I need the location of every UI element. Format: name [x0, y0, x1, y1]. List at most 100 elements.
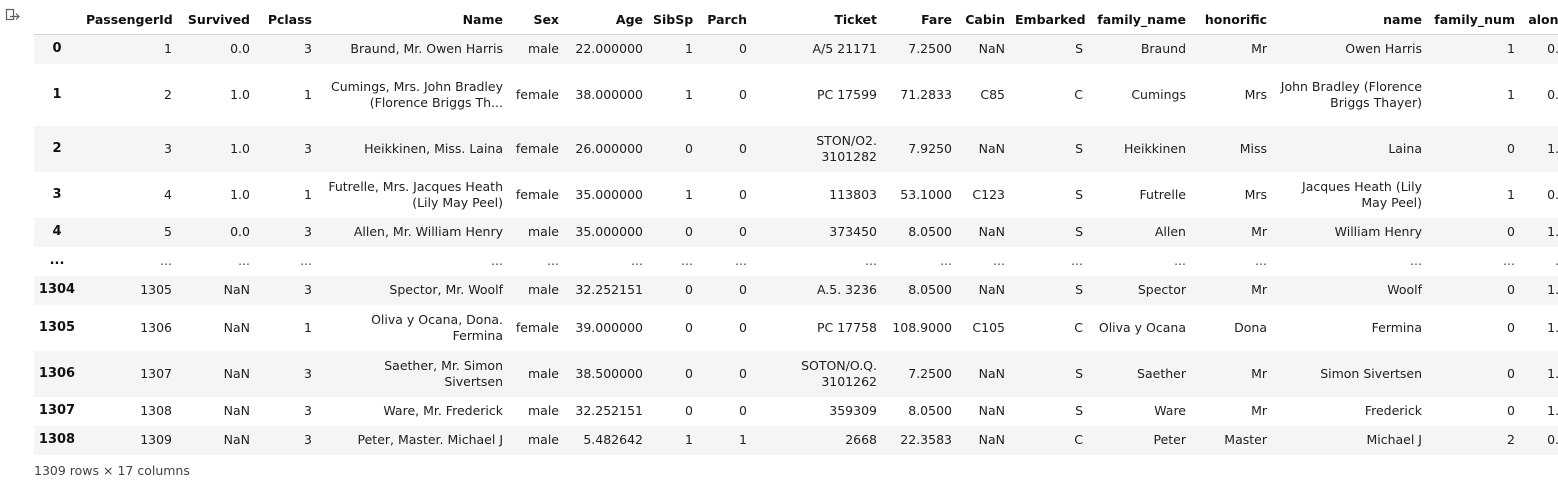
cell-parch: 0	[739, 86, 747, 102]
output-arrow-icon[interactable]	[5, 8, 21, 24]
cell-honorific: Mr	[1251, 282, 1267, 297]
cell-sibsp: 1	[685, 186, 693, 202]
column-header-index	[34, 6, 82, 35]
cell-age: 35.000000	[575, 186, 643, 202]
cell-parch: 0	[739, 41, 747, 57]
dataframe-shape-label: 1309 rows × 17 columns	[34, 463, 190, 478]
cell-alone: 0.0	[1547, 86, 1558, 102]
cell-sibsp: 1	[685, 432, 693, 447]
cell-family-num: 0	[1507, 403, 1515, 418]
cell-sex: male	[528, 41, 559, 57]
cell-survived: 0.0	[230, 41, 250, 57]
cell-embarked: C	[1074, 86, 1083, 102]
cell-cabin: NaN	[978, 41, 1005, 57]
cell-name: Saether, Mr. Simon Sivertsen	[384, 357, 503, 389]
cell-pclass: 3	[304, 282, 312, 297]
dataframe-table: PassengerId Survived Pclass Name Sex Age…	[34, 6, 1558, 455]
cell-passengerid: 2	[164, 86, 172, 102]
cell-passengerid: 4	[164, 186, 172, 202]
column-header-honorific: honorific	[1192, 6, 1273, 35]
cell-cabin: NaN	[978, 432, 1005, 447]
table-row: 1305 1306 NaN 1 Oliva y Ocana, Dona. Fermina…	[34, 304, 1558, 351]
cell-name: Spector, Mr. Woolf	[389, 282, 503, 297]
cell-family-num: 0	[1507, 319, 1515, 335]
table-row-ellipsis: ........................................…	[34, 246, 1558, 276]
column-header-fare: Fare	[883, 6, 958, 35]
dataframe-output: PassengerId Survived Pclass Name Sex Age…	[34, 6, 1558, 455]
cell-pclass: 3	[304, 432, 312, 447]
cell-sibsp: 1	[685, 86, 693, 102]
row-index: 1305	[38, 319, 76, 335]
cell-parch: 0	[739, 224, 747, 239]
cell-passengerid: ...	[160, 253, 172, 268]
cell-given-name: ...	[1410, 253, 1422, 268]
cell-alone: 0.0	[1547, 432, 1558, 447]
cell-sex: male	[528, 403, 559, 418]
cell-embarked: ...	[1071, 253, 1083, 268]
cell-given-name: Woolf	[1387, 282, 1422, 297]
cell-age: 5.482642	[583, 432, 643, 447]
cell-sibsp: ...	[681, 253, 693, 268]
cell-family-num: 1	[1507, 86, 1515, 102]
row-index: 1	[52, 86, 62, 102]
cell-survived: NaN	[223, 365, 250, 381]
row-index: 4	[52, 224, 62, 239]
cell-fare: 8.0500	[908, 282, 952, 297]
cell-survived: NaN	[223, 282, 250, 297]
cell-age: 38.500000	[575, 365, 643, 381]
cell-sex: female	[515, 186, 559, 202]
cell-sibsp: 0	[685, 403, 693, 418]
cell-family-num: ...	[1503, 253, 1515, 268]
cell-fare: 108.9000	[892, 319, 952, 335]
cell-passengerid: 1308	[140, 403, 172, 418]
cell-given-name: Frederick	[1364, 403, 1422, 418]
column-header-sex: Sex	[509, 6, 565, 35]
cell-survived: 0.0	[230, 224, 250, 239]
cell-passengerid: 1307	[140, 365, 172, 381]
cell-alone: 1.0	[1547, 140, 1558, 156]
column-header-cabin: Cabin	[958, 6, 1011, 35]
cell-given-name: Simon Sivertsen	[1320, 365, 1422, 381]
cell-survived: 1.0	[230, 86, 250, 102]
cell-honorific: Mr	[1251, 403, 1267, 418]
cell-family-name: Allen	[1154, 224, 1186, 239]
cell-fare: 71.2833	[900, 86, 952, 102]
cell-pclass: 1	[304, 186, 312, 202]
cell-survived: NaN	[223, 432, 250, 447]
cell-sibsp: 0	[685, 224, 693, 239]
cell-alone: 1.0	[1547, 319, 1558, 335]
table-row: 4 5 0.0 3 Allen, Mr. William Henry male 35.000…	[34, 217, 1558, 247]
row-index: 3	[52, 186, 62, 202]
cell-survived: 1.0	[230, 140, 250, 156]
cell-embarked: C	[1074, 432, 1083, 447]
row-index: 1308	[38, 432, 76, 447]
cell-cabin: NaN	[978, 282, 1005, 297]
cell-alone: 1.0	[1547, 365, 1558, 381]
cell-alone: ...	[1521, 247, 1558, 276]
cell-family-name: Oliva y Ocana	[1098, 319, 1186, 335]
cell-cabin: C105	[972, 319, 1005, 335]
cell-ticket: 359309	[829, 403, 877, 418]
cell-parch: ...	[735, 253, 747, 268]
cell-age: 38.000000	[575, 86, 643, 102]
cell-age: 39.000000	[575, 319, 643, 335]
cell-alone: 1.0	[1547, 224, 1558, 239]
cell-age: ...	[631, 253, 643, 268]
cell-honorific: Mr	[1251, 365, 1267, 381]
cell-embarked: S	[1075, 365, 1083, 381]
column-header-passengerid: PassengerId	[82, 6, 178, 35]
column-header-ticket: Ticket	[753, 6, 883, 35]
cell-family-name: ...	[1174, 253, 1186, 268]
cell-given-name: William Henry	[1334, 224, 1422, 239]
cell-pclass: 3	[304, 403, 312, 418]
cell-ticket: A/5 21171	[812, 41, 877, 57]
cell-sex: ...	[547, 253, 559, 268]
cell-family-num: 1	[1507, 186, 1515, 202]
cell-given-name: Owen Harris	[1345, 41, 1422, 57]
cell-sex: male	[528, 282, 559, 297]
cell-honorific: Mr	[1251, 41, 1267, 57]
cell-honorific: Mrs	[1244, 186, 1267, 202]
cell-honorific: Master	[1224, 432, 1267, 447]
cell-pclass: 1	[304, 86, 312, 102]
cell-sibsp: 0	[685, 365, 693, 381]
